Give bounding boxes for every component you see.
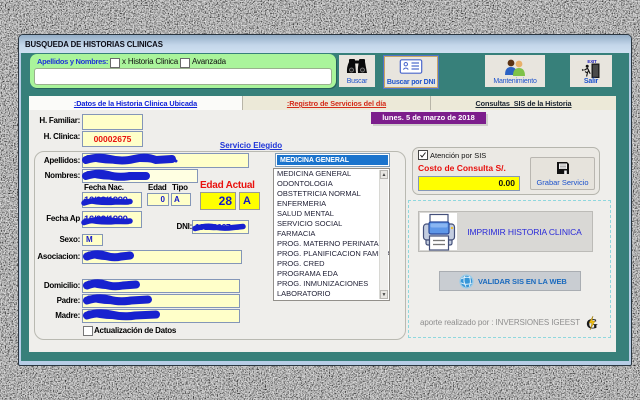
svg-text:EXIT: EXIT <box>587 59 597 64</box>
